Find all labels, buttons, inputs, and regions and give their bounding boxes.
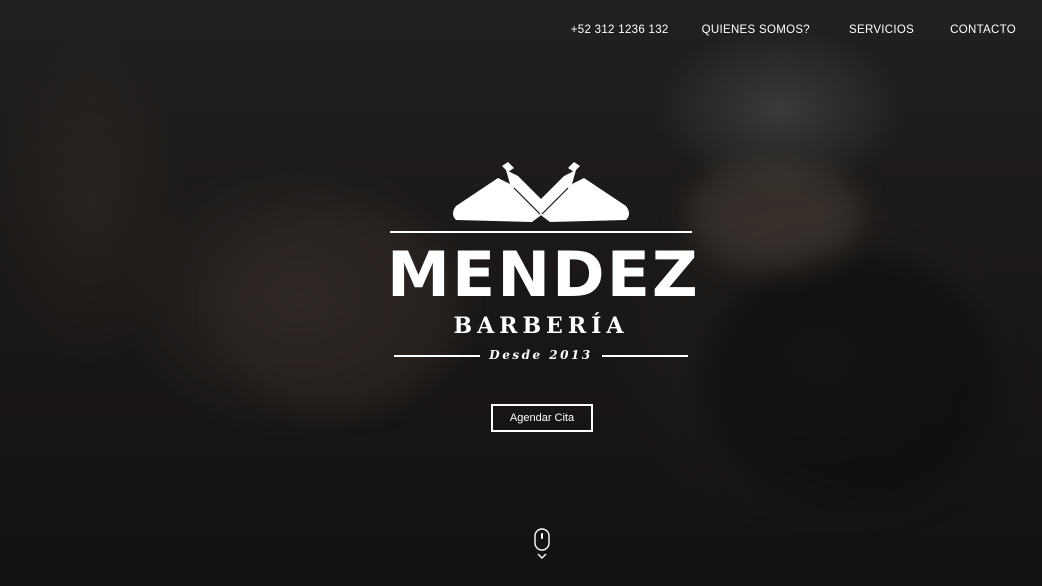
logo-divider-right [602,355,688,357]
mouse-scroll-icon[interactable] [533,528,551,560]
hero-section: +52 312 1236 132 QUIENES SOMOS? SERVICIO… [0,0,1042,586]
crossed-razors-icon [390,162,692,233]
nav-item-quienes-somos[interactable]: QUIENES SOMOS? [702,24,810,36]
brand-logo: MENDEZ BARBERÍA Desde 2013 [386,158,700,368]
brand-subtitle: BARBERÍA [453,313,629,339]
nav-phone-link[interactable]: +52 312 1236 132 [571,24,669,36]
brand-title: MENDEZ [386,238,700,311]
top-nav: +52 312 1236 132 QUIENES SOMOS? SERVICIO… [571,24,1016,36]
schedule-appointment-button[interactable]: Agendar Cita [491,404,593,432]
nav-item-servicios[interactable]: SERVICIOS [849,24,914,36]
nav-item-contacto[interactable]: CONTACTO [950,24,1016,36]
